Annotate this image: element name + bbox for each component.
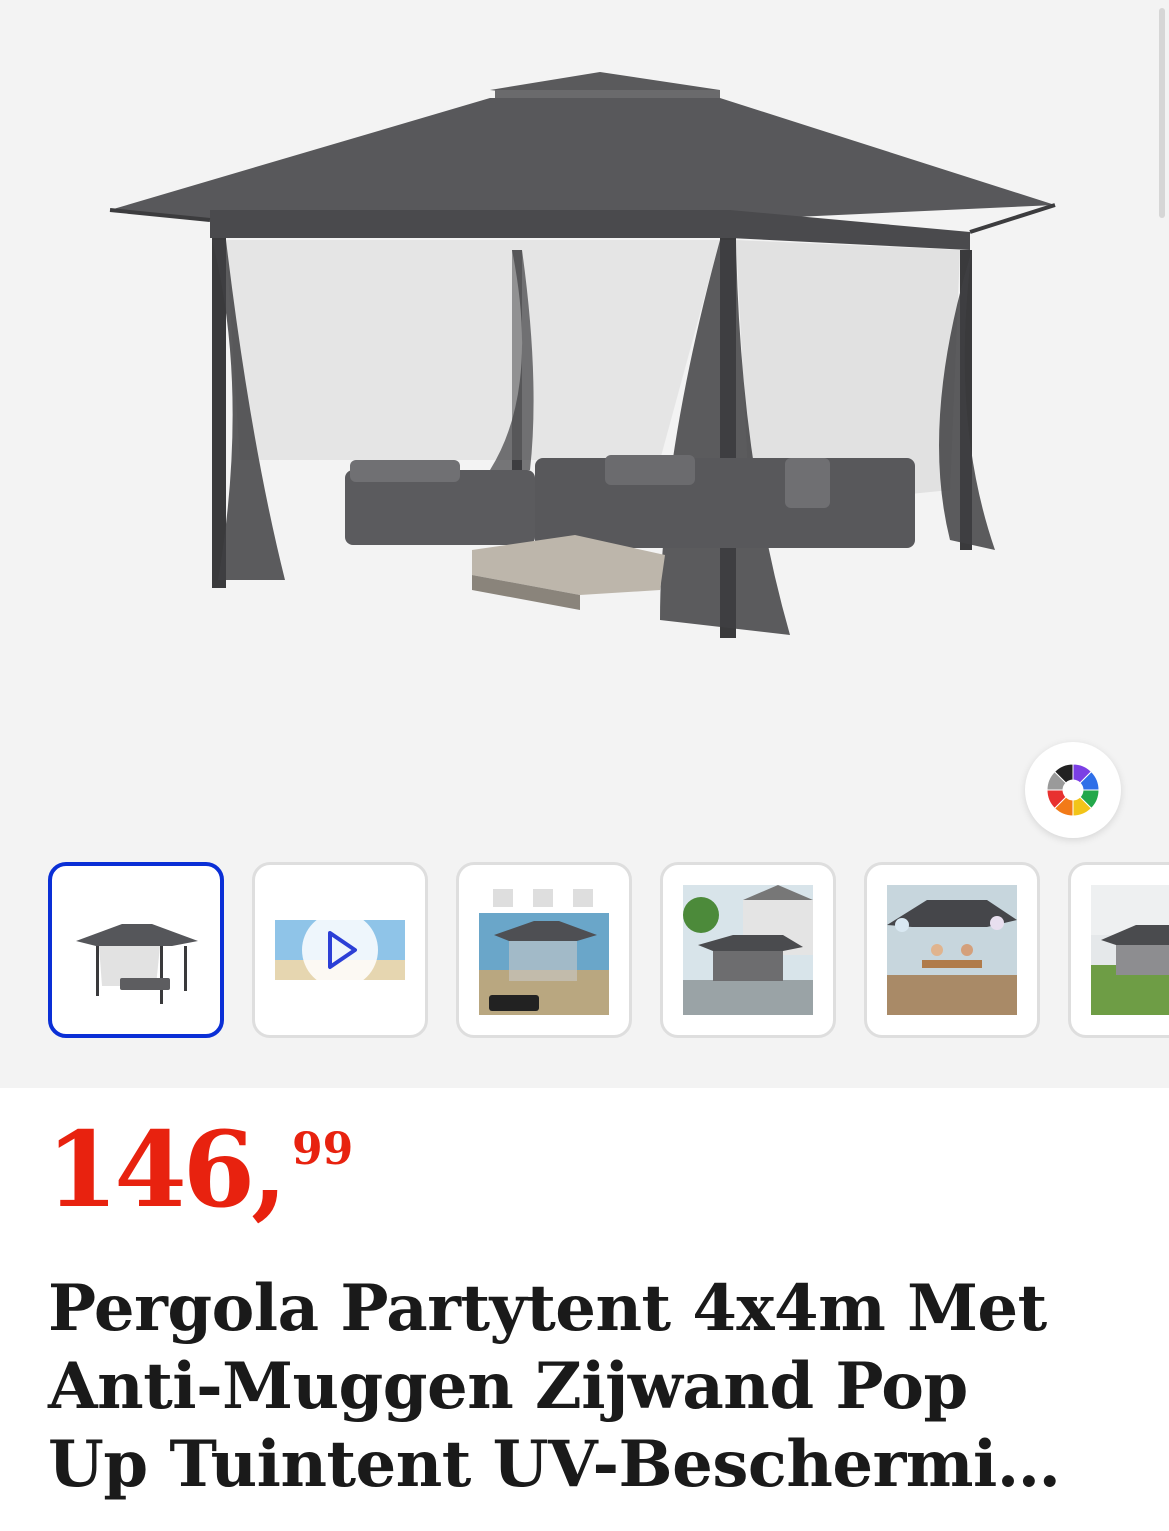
- color-options-button[interactable]: [1025, 742, 1121, 838]
- price-decimals: 99: [292, 1124, 354, 1175]
- product-title: Pergola Partytent 4x4m Met Anti-Muggen Z…: [48, 1270, 1138, 1504]
- thumbnail-4[interactable]: [660, 862, 836, 1038]
- gazebo-dining-thumbnail: [887, 885, 1017, 1015]
- title-line: Pergola Partytent 4x4m Met: [48, 1271, 1047, 1346]
- scrollbar[interactable]: [1159, 8, 1165, 218]
- rating-row-partial: [50, 1518, 850, 1531]
- gazebo-thumbnail: [76, 924, 198, 1004]
- main-product-image[interactable]: [100, 60, 1070, 660]
- gazebo-features-thumbnail: [479, 889, 609, 1015]
- title-line: Anti-Muggen Zijwand Pop: [48, 1349, 968, 1424]
- thumbnail-5[interactable]: [864, 862, 1040, 1038]
- thumbnail-3[interactable]: [456, 862, 632, 1038]
- product-gallery: [0, 0, 1169, 1088]
- gazebo-lawn-thumbnail: [1091, 885, 1169, 1015]
- title-line: Up Tuintent UV-Beschermi…: [48, 1427, 1061, 1502]
- video-preview: [275, 912, 405, 988]
- thumbnail-1[interactable]: [48, 862, 224, 1038]
- thumbnail-2-video[interactable]: [252, 862, 428, 1038]
- thumbnail-6[interactable]: [1068, 862, 1169, 1038]
- gazebo-garden-thumbnail: [683, 885, 813, 1015]
- price-integer: 146,: [46, 1108, 287, 1231]
- color-wheel-icon: [1046, 763, 1100, 817]
- thumbnail-strip: [0, 860, 1169, 1042]
- product-price: 146, 99: [46, 1108, 353, 1231]
